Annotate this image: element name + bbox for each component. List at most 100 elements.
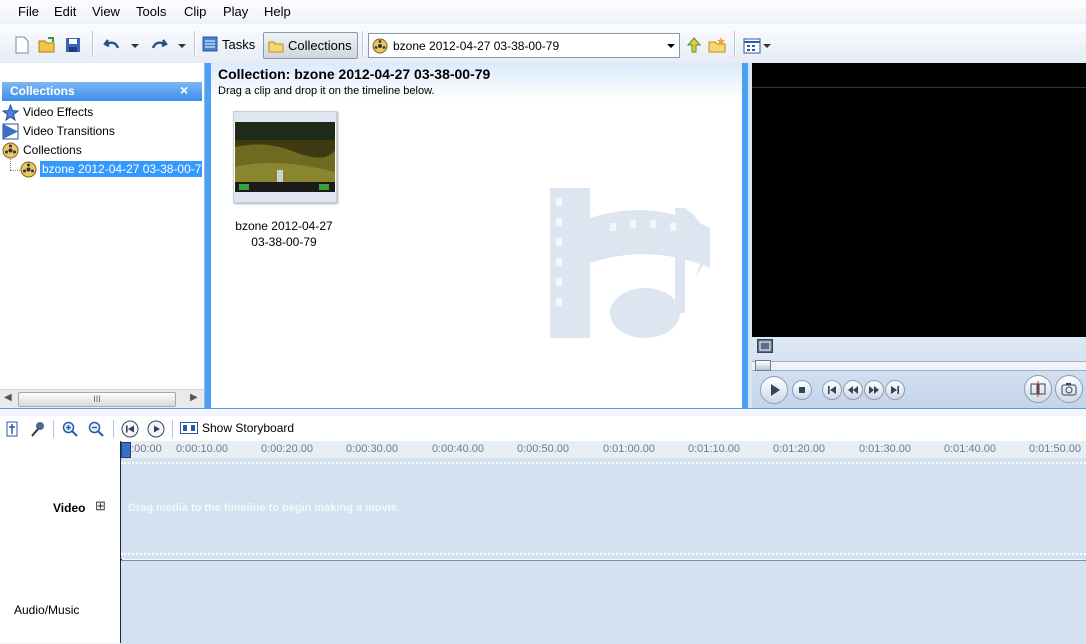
take-picture-button[interactable] (1055, 375, 1083, 403)
zoom-out-icon[interactable] (88, 421, 104, 437)
movie-maker-watermark-icon (550, 188, 710, 338)
collections-label: Collections (288, 38, 352, 53)
content-header: Collection: bzone 2012-04-27 03-38-00-79… (211, 63, 742, 101)
track-dots-top (121, 462, 1086, 464)
views-icon[interactable] (743, 37, 761, 55)
clip-label-line: bzone 2012-04-27 (235, 219, 333, 233)
rewind-timeline-icon[interactable] (121, 420, 139, 438)
show-storyboard-label: Show Storyboard (202, 421, 295, 435)
tasks-button[interactable]: Tasks (202, 31, 260, 57)
collection-select-value: bzone 2012-04-27 03-38-00-79 (393, 38, 560, 53)
scroll-right-icon[interactable]: ▶ (190, 392, 198, 403)
tick-label: 0:01:50.00 (1029, 443, 1081, 455)
play-timeline-icon[interactable] (147, 420, 165, 438)
toolbar: Tasks Collections bzone 2012-04-27 03-38… (0, 24, 1086, 64)
collection-dropdown-icon[interactable] (667, 44, 675, 48)
play-button[interactable] (760, 376, 788, 404)
new-project-icon[interactable] (13, 36, 31, 54)
timeline-drag-hint: Drag media to the timeline to begin maki… (128, 502, 400, 514)
tick-label: 0:01:30.00 (859, 443, 911, 455)
tick-label: 0:00:40.00 (432, 443, 484, 455)
save-project-icon[interactable] (64, 36, 82, 54)
views-dropdown-icon[interactable] (763, 44, 771, 48)
toolbar-separator (734, 31, 736, 57)
show-storyboard-button[interactable]: Show Storyboard (180, 420, 294, 436)
zoom-in-icon[interactable] (62, 421, 78, 437)
storyboard-icon (180, 422, 198, 434)
content-title: Collection: bzone 2012-04-27 03-38-00-79 (218, 66, 491, 82)
close-pane-icon[interactable]: × (180, 82, 188, 98)
preview-line (752, 87, 1086, 88)
collections-pane-title: Collections (10, 84, 75, 98)
menu-file[interactable]: File (18, 4, 39, 19)
next-button[interactable] (885, 380, 905, 400)
tree-connector (10, 170, 20, 172)
audio-music-track[interactable] (121, 560, 1086, 644)
content-hint: Drag a clip and drop it on the timeline … (218, 85, 435, 97)
tree-item-label: Video Effects (23, 105, 94, 119)
film-strip-bottom (234, 192, 336, 202)
film-reel-icon (2, 142, 19, 158)
open-project-icon[interactable] (38, 36, 56, 54)
up-one-level-icon[interactable] (685, 36, 703, 54)
video-track[interactable]: Drag media to the timeline to begin maki… (121, 458, 1086, 559)
menu-clip[interactable]: Clip (184, 4, 206, 19)
menu-bar: File Edit View Tools Clip Play Help (0, 0, 1086, 24)
tree-item-label: Collections (23, 143, 82, 157)
preview-controls (752, 337, 1086, 408)
timeline-ruler[interactable]: 0:00:00 0:00:10.00 0:00:20.00 0:00:30.00… (121, 441, 1086, 459)
toolbar-separator (92, 31, 94, 57)
new-collection-folder-icon[interactable] (708, 36, 726, 54)
menu-tools[interactable]: Tools (136, 4, 166, 19)
menu-help[interactable]: Help (264, 4, 291, 19)
video-track-label: Video (53, 501, 86, 515)
scroll-thumb[interactable]: III (18, 392, 176, 407)
expand-track-icon[interactable]: ⊞ (95, 498, 106, 514)
transition-icon (2, 123, 19, 139)
clip-label: bzone 2012-04-27 03-38-00-79 (222, 218, 346, 250)
previous-button[interactable] (822, 380, 842, 400)
stop-button[interactable] (792, 380, 812, 400)
collection-select[interactable]: bzone 2012-04-27 03-38-00-79 (368, 33, 680, 58)
undo-dropdown-icon[interactable] (131, 44, 139, 48)
film-reel-icon (20, 161, 37, 177)
toolbar-separator (172, 420, 174, 438)
menu-play[interactable]: Play (223, 4, 248, 19)
scroll-left-icon[interactable]: ◀ (4, 392, 12, 403)
film-strip-top (234, 112, 336, 122)
undo-icon[interactable] (103, 36, 121, 54)
previous-frame-button[interactable] (843, 380, 863, 400)
tree-item-label: Video Transitions (23, 124, 115, 138)
tree-item-bzone-collection[interactable]: bzone 2012-04-27 03-38-00-79 (20, 160, 202, 178)
seek-thumb[interactable] (755, 360, 771, 371)
playhead[interactable] (121, 442, 131, 458)
tree-item-video-transitions[interactable]: Video Transitions (2, 122, 115, 140)
tick-label: 0:00:30.00 (346, 443, 398, 455)
narrate-timeline-icon[interactable] (30, 421, 46, 437)
tree-item-collections[interactable]: Collections (2, 141, 82, 159)
folder-icon (268, 41, 284, 52)
full-screen-icon[interactable] (757, 339, 773, 353)
menu-edit[interactable]: Edit (54, 4, 76, 19)
tick-label: 0:00:10.00 (176, 443, 228, 455)
next-frame-button[interactable] (864, 380, 884, 400)
preview-screen (752, 63, 1086, 337)
split-clip-button[interactable] (1024, 375, 1052, 403)
track-dots-bottom (121, 553, 1086, 555)
set-audio-levels-icon[interactable] (5, 421, 19, 437)
collections-button[interactable]: Collections (263, 32, 358, 59)
redo-dropdown-icon[interactable] (178, 44, 186, 48)
timeline-track-labels: Video ⊞ Audio/Music (0, 441, 121, 643)
film-reel-icon (372, 38, 388, 53)
clip-thumbnail[interactable] (233, 111, 337, 203)
audio-track-label: Audio/Music (14, 603, 80, 617)
tasks-label: Tasks (222, 36, 256, 52)
horizontal-scrollbar[interactable]: ◀ III ▶ (0, 389, 204, 408)
menu-view[interactable]: View (92, 4, 120, 19)
redo-icon[interactable] (150, 36, 168, 54)
toolbar-separator (194, 31, 196, 57)
tree-item-video-effects[interactable]: Video Effects (2, 103, 93, 121)
clip-label-line: 03-38-00-79 (251, 235, 317, 249)
seek-bar[interactable] (752, 361, 1086, 371)
tasks-icon (202, 36, 218, 52)
